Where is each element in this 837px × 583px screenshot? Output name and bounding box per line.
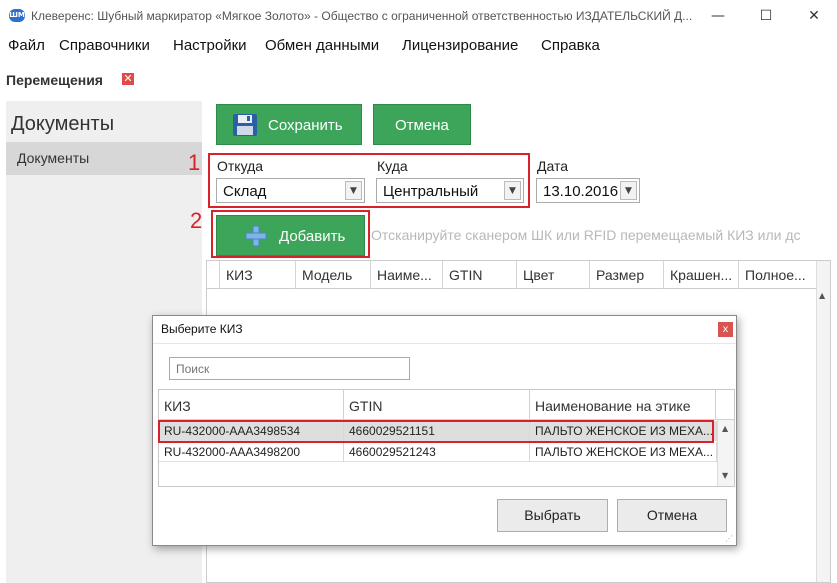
menu-data-exchange[interactable]: Обмен данными [265,37,379,54]
dialog-title: Выберите КИЗ [161,322,243,336]
from-value: Склад [223,183,267,200]
sidebar-item-label: Документы [17,150,90,166]
kiz-grid-scrollbar[interactable]: ▲ ▼ [717,420,734,486]
page-title: Перемещения [6,72,103,88]
dialog-cancel-button[interactable]: Отмена [617,499,727,532]
column-header[interactable]: GTIN [442,261,516,289]
column-header-gtin[interactable]: GTIN [344,390,530,420]
menu-settings[interactable]: Настройки [173,37,247,54]
menu-bar: Файл Справочники Настройки Обмен данными… [0,33,837,59]
grid-header: КИЗ Модель Наиме... GTIN Цвет Размер Кра… [207,261,818,289]
table-row[interactable]: RU-432000-AAA3498200 4660029521243 ПАЛЬТ… [159,442,717,462]
chevron-down-icon: ▼ [620,181,637,200]
column-header[interactable]: Цвет [516,261,589,289]
floppy-disk-icon [233,114,257,136]
dialog-divider [153,343,736,344]
kiz-grid-header: КИЗ GTIN Наименование на этике [159,390,734,420]
date-picker[interactable]: 13.10.2016 ▼ [536,178,640,203]
to-value: Центральный [383,183,479,200]
column-header-kiz[interactable]: КИЗ [159,390,344,420]
column-header-name[interactable]: Наименование на этике [530,390,716,420]
selected-row-highlight [158,420,714,443]
scan-hint: Отсканируйте сканером ШК или RFID переме… [371,227,801,243]
app-logo-icon: ШМ [9,9,25,22]
chevron-down-icon: ▼ [504,181,521,200]
column-header[interactable]: Модель [295,261,370,289]
to-label: Куда [377,158,408,174]
resize-grip-icon[interactable]: ⋰ [725,534,733,543]
gtin-cell: 4660029521243 [344,442,530,462]
dialog-close-button[interactable]: x [718,322,733,337]
menu-references[interactable]: Справочники [59,37,150,54]
column-header[interactable]: Размер [589,261,663,289]
menu-licensing[interactable]: Лицензирование [402,37,518,54]
chevron-down-icon: ▼ [345,181,362,200]
name-cell: ПАЛЬТО ЖЕНСКОЕ ИЗ МЕХА... [530,442,717,462]
save-button[interactable]: Сохранить [216,104,362,145]
scroll-down-icon[interactable]: ▼ [722,471,728,480]
scroll-up-icon[interactable]: ▲ [722,424,728,433]
save-button-label: Сохранить [268,117,343,134]
add-button-label: Добавить [279,228,346,245]
window-title: Клеверенс: Шубный маркиратор «Мягкое Зол… [31,9,693,23]
cancel-button-label: Отмена [395,117,449,134]
menu-file[interactable]: Файл [8,37,45,54]
from-select[interactable]: Склад ▼ [216,178,365,203]
date-value: 13.10.2016 [543,183,619,200]
column-header[interactable]: Наиме... [370,261,442,289]
scroll-up-icon[interactable]: ▲ [819,291,825,300]
close-page-icon[interactable]: ✕ [122,73,134,85]
title-bar: ШМ Клеверенс: Шубный маркиратор «Мягкое … [0,0,837,32]
sidebar-title: Документы [11,113,115,135]
search-input[interactable] [169,357,410,380]
grid-scrollbar[interactable]: ▲ [816,261,830,582]
column-header[interactable]: КИЗ [219,261,295,289]
column-header[interactable]: Крашен... [663,261,738,289]
select-button[interactable]: Выбрать [497,499,608,532]
plus-icon [245,225,267,247]
minimize-button[interactable]: — [695,0,741,32]
date-label: Дата [537,158,569,174]
to-select[interactable]: Центральный ▼ [376,178,524,203]
close-window-button[interactable]: ✕ [791,0,837,32]
callout-number-1: 1 [188,150,201,175]
kiz-cell: RU-432000-AAA3498200 [159,442,344,462]
maximize-button[interactable]: ☐ [743,0,789,32]
callout-number-2: 2 [190,208,203,233]
cancel-button[interactable]: Отмена [373,104,471,145]
column-header[interactable]: Полное... [738,261,818,289]
select-kiz-dialog: Выберите КИЗ x КИЗ GTIN Наименование на … [152,315,737,546]
menu-help[interactable]: Справка [541,37,600,54]
add-button[interactable]: Добавить [216,215,365,256]
sidebar-item-documents[interactable]: Документы [6,142,202,175]
from-label: Откуда [217,158,264,174]
